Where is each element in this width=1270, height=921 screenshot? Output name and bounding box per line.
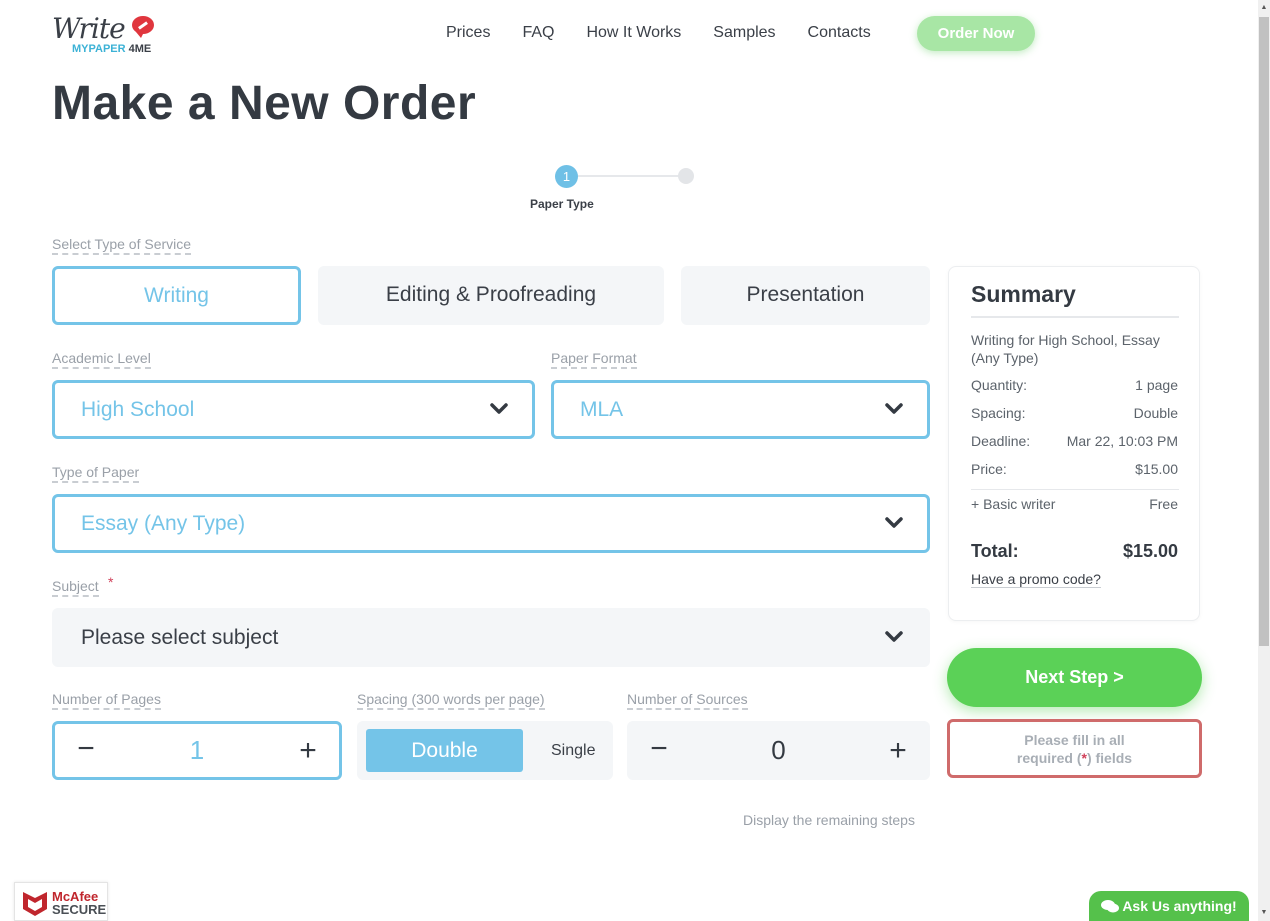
- display-remaining-steps-link[interactable]: Display the remaining steps: [743, 812, 915, 828]
- pages-increment-button[interactable]: +: [288, 724, 328, 777]
- page-scrollbar[interactable]: ▲ ▼: [1258, 0, 1270, 921]
- step-label: Paper Type: [530, 197, 594, 211]
- summary-title: Summary: [971, 281, 1076, 307]
- mcafee-secure-badge[interactable]: McAfee SECURE: [14, 882, 108, 921]
- paper-format-select[interactable]: MLA: [551, 380, 930, 439]
- summary-divider: [971, 489, 1179, 490]
- scroll-up-arrow-icon[interactable]: ▲: [1258, 0, 1270, 16]
- mcafee-shield-icon: [23, 892, 47, 916]
- spacing-label: Spacing (300 words per page): [357, 691, 545, 710]
- logo-subtitle: MYPAPER 4ME: [72, 43, 152, 55]
- summary-divider: [971, 316, 1179, 318]
- summary-row-writer: + Basic writer Free: [971, 496, 1178, 512]
- sources-stepper: − 0 +: [627, 721, 930, 780]
- nav-samples[interactable]: Samples: [713, 16, 775, 50]
- service-writing-tab[interactable]: Writing: [52, 266, 301, 325]
- pages-stepper: − 1 +: [52, 721, 342, 780]
- summary-description: Writing for High School, Essay (Any Type…: [971, 332, 1160, 366]
- subject-placeholder: Please select subject: [81, 626, 279, 649]
- next-step-button[interactable]: Next Step >: [947, 648, 1202, 707]
- nav-how-it-works[interactable]: How It Works: [586, 16, 681, 50]
- step-connector: [578, 175, 680, 177]
- scrollbar-thumb[interactable]: [1259, 17, 1269, 646]
- pages-label: Number of Pages: [52, 691, 161, 710]
- step-2-indicator: [678, 168, 694, 184]
- summary-row-deadline: Deadline: Mar 22, 10:03 PM: [971, 433, 1178, 449]
- spacing-toggle: Double Single: [357, 721, 613, 780]
- type-of-paper-select[interactable]: Essay (Any Type): [52, 494, 930, 553]
- page-title: Make a New Order: [52, 77, 477, 130]
- service-presentation-tab[interactable]: Presentation: [681, 266, 930, 325]
- scroll-down-arrow-icon[interactable]: ▼: [1258, 905, 1270, 921]
- order-now-button[interactable]: Order Now: [917, 16, 1035, 51]
- spacing-single-option[interactable]: Single: [551, 721, 595, 780]
- order-summary-panel: Summary Writing for High School, Essay (…: [948, 266, 1200, 621]
- summary-row-spacing: Spacing: Double: [971, 405, 1178, 421]
- service-type-label: Select Type of Service: [52, 236, 192, 255]
- nav-faq[interactable]: FAQ: [522, 16, 554, 50]
- pen-bubble-icon: [132, 16, 154, 38]
- nav-contacts[interactable]: Contacts: [808, 16, 871, 50]
- promo-code-link[interactable]: Have a promo code?: [971, 571, 1101, 588]
- sources-increment-button[interactable]: +: [878, 721, 918, 780]
- chevron-down-icon: [885, 517, 903, 528]
- required-asterisk: *: [108, 574, 114, 590]
- summary-row-price: Price: $15.00: [971, 461, 1178, 477]
- chevron-down-icon: [885, 631, 903, 642]
- required-fields-warning: Please fill in all required (*) fields: [947, 719, 1202, 778]
- service-editing-tab[interactable]: Editing & Proofreading: [318, 266, 664, 325]
- summary-total: Total: $15.00: [971, 541, 1178, 561]
- chevron-down-icon: [885, 403, 903, 414]
- paper-format-value: MLA: [580, 398, 624, 421]
- subject-label: Subject: [52, 578, 99, 597]
- type-of-paper-label: Type of Paper: [52, 464, 140, 483]
- chevron-down-icon: [490, 403, 508, 414]
- sources-label: Number of Sources: [627, 691, 748, 710]
- summary-row-quantity: Quantity: 1 page: [971, 377, 1178, 393]
- order-page: Write MYPAPER 4ME Prices FAQ How It Work…: [0, 0, 1258, 921]
- main-nav: Prices FAQ How It Works Samples Contacts: [446, 16, 903, 50]
- type-of-paper-value: Essay (Any Type): [81, 512, 246, 535]
- academic-level-value: High School: [81, 398, 195, 421]
- academic-level-select[interactable]: High School: [52, 380, 535, 439]
- ask-us-chat-button[interactable]: Ask Us anything!: [1089, 891, 1249, 921]
- spacing-double-option[interactable]: Double: [366, 729, 523, 772]
- step-1-indicator: 1: [555, 165, 578, 188]
- subject-select[interactable]: Please select subject: [52, 608, 930, 667]
- paper-format-label: Paper Format: [551, 350, 637, 369]
- academic-level-label: Academic Level: [52, 350, 151, 369]
- logo-script: Write: [52, 12, 126, 45]
- nav-prices[interactable]: Prices: [446, 16, 490, 50]
- chat-bubbles-icon: [1101, 900, 1120, 913]
- site-logo[interactable]: Write MYPAPER 4ME: [52, 12, 162, 58]
